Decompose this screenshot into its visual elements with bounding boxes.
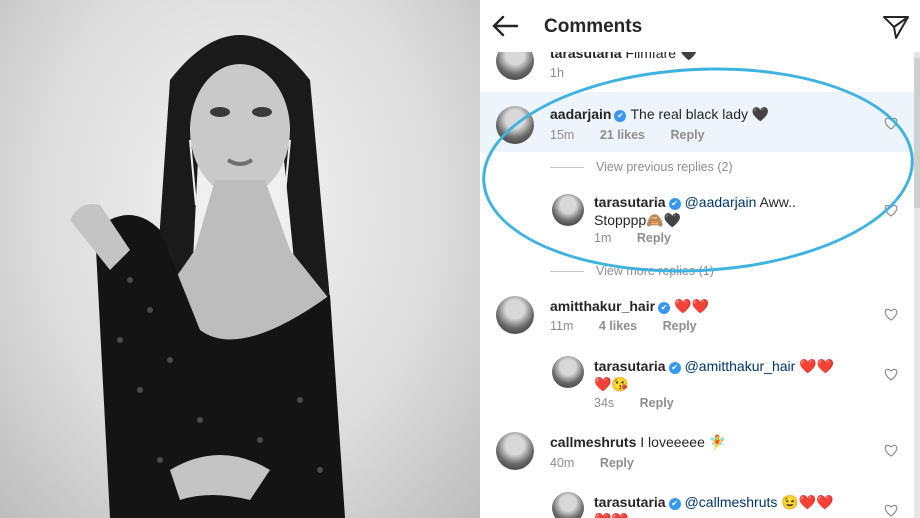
likes-count[interactable]: 4 likes — [599, 319, 637, 333]
reply-emoji: ❤️❤️ — [799, 358, 835, 374]
like-heart-icon[interactable] — [884, 204, 898, 217]
like-heart-icon[interactable] — [884, 308, 898, 321]
avatar[interactable] — [552, 194, 584, 226]
portrait-photo — [0, 0, 480, 518]
comment-time: 1h — [550, 66, 564, 80]
mention-link[interactable]: @callmeshruts — [685, 494, 778, 510]
comment-time: 40m — [550, 456, 575, 470]
view-previous-replies[interactable]: View previous replies (2) — [550, 160, 733, 174]
reply-text: tarasutaria ✔ @aadarjain Aww.. Stopppp🙈🖤 — [594, 193, 864, 229]
portrait-illustration — [70, 35, 345, 518]
reply-button[interactable]: Reply — [663, 319, 697, 333]
reply-button[interactable]: Reply — [640, 396, 674, 410]
comment-text: amitthakur_hair ✔ ❤️❤️ — [550, 297, 709, 315]
view-more-replies[interactable]: View more replies (1) — [550, 264, 714, 278]
reply-meta: 34s Reply — [594, 396, 674, 410]
like-heart-icon[interactable] — [884, 117, 898, 130]
comment-time: 15m — [550, 128, 575, 142]
comment-username[interactable]: amitthakur_hair — [550, 298, 655, 314]
comment-text: aadarjain ✔ The real black lady 🖤 — [550, 105, 769, 123]
like-heart-icon[interactable] — [884, 504, 898, 517]
comment-meta: 15m 21 likes Reply — [550, 128, 705, 142]
top-bar: Comments — [480, 0, 920, 52]
reply-emoji: 🙈🖤 — [646, 212, 682, 228]
reply-username[interactable]: tarasutaria — [594, 494, 666, 510]
reply-button[interactable]: Reply — [670, 128, 704, 142]
direct-send-icon[interactable] — [882, 14, 910, 40]
verified-badge-icon: ✔ — [668, 498, 681, 510]
comment-time: 11m — [550, 319, 574, 333]
reply-text: tarasutaria✔ @callmeshruts 😉❤️❤️ ❤️❤️ — [594, 493, 864, 518]
verified-badge-icon: ✔ — [668, 198, 681, 210]
avatar[interactable] — [496, 296, 534, 334]
comment-body: I loveeeee — [640, 434, 705, 450]
likes-count[interactable]: 21 likes — [600, 128, 645, 142]
verified-badge-icon: ✔ — [614, 110, 627, 122]
reply-time: 34s — [594, 396, 615, 410]
avatar[interactable] — [496, 106, 534, 144]
comment-meta: 1h — [550, 66, 564, 80]
verified-badge-icon: ✔ — [658, 302, 671, 314]
reply-emoji: 😉❤️❤️ — [781, 494, 834, 510]
reply-time: 1m — [594, 231, 612, 245]
reply-body: Aww.. — [759, 194, 796, 210]
comment-meta: 11m 4 likes Reply — [550, 319, 697, 333]
reply-body: Stopppp — [594, 212, 647, 228]
reply-text: tarasutaria ✔ @amitthakur_hair ❤️❤️ ❤️😘 — [594, 357, 864, 393]
comment-emoji: 🧚 — [708, 434, 727, 450]
mention-link[interactable]: @aadarjain — [685, 194, 757, 210]
reply-emoji: ❤️❤️ — [594, 512, 629, 518]
avatar[interactable] — [552, 356, 584, 388]
comments-panel: Comments tarasutaria Filmfare 🖤 1h aadar… — [480, 0, 920, 518]
reply-emoji: ❤️😘 — [594, 376, 629, 392]
comment-username[interactable]: callmeshruts — [550, 434, 636, 450]
scrollbar[interactable] — [914, 0, 920, 518]
reply-meta: 1m Reply — [594, 231, 671, 245]
comment-body: The real black lady — [630, 106, 748, 122]
comment-text: callmeshruts I loveeeee 🧚 — [550, 433, 726, 451]
scrollbar-thumb[interactable] — [914, 58, 920, 208]
avatar[interactable] — [552, 492, 584, 518]
comment-meta: 40m Reply — [550, 456, 634, 470]
like-heart-icon[interactable] — [884, 368, 898, 381]
verified-badge-icon: ✔ — [668, 362, 681, 374]
avatar[interactable] — [496, 432, 534, 470]
comment-username[interactable]: aadarjain — [550, 106, 611, 122]
comment-emoji: ❤️❤️ — [674, 298, 709, 314]
reply-username[interactable]: tarasutaria — [594, 358, 666, 374]
reply-button[interactable]: Reply — [600, 456, 634, 470]
reply-username[interactable]: tarasutaria — [594, 194, 666, 210]
page-title: Comments — [544, 16, 643, 37]
reply-button[interactable]: Reply — [637, 231, 671, 245]
like-heart-icon[interactable] — [884, 444, 898, 457]
comment-emoji: 🖤 — [751, 106, 770, 122]
back-arrow-icon[interactable] — [490, 12, 520, 40]
mention-link[interactable]: @amitthakur_hair — [685, 358, 796, 374]
